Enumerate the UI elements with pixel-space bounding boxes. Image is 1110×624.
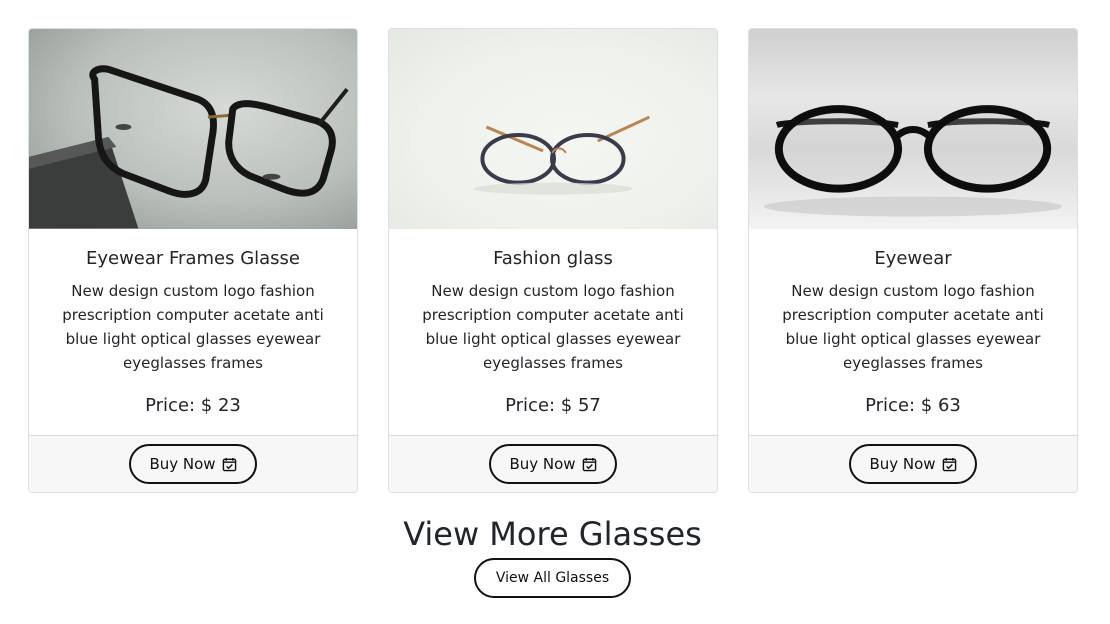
card-body: Fashion glass New design custom logo fas…: [389, 229, 717, 435]
buy-now-label: Buy Now: [149, 455, 216, 473]
product-image: [749, 29, 1077, 229]
glasses-image: [473, 115, 651, 195]
buy-now-button[interactable]: Buy Now: [129, 444, 257, 484]
product-title: Eyewear: [874, 248, 952, 269]
card-body: Eyewear New design custom logo fashion p…: [749, 229, 1077, 435]
card-footer: Buy Now: [749, 435, 1077, 492]
buy-now-button[interactable]: Buy Now: [489, 444, 617, 484]
card-body: Eyewear Frames Glasse New design custom …: [29, 229, 357, 435]
buy-now-label: Buy Now: [509, 455, 576, 473]
view-all-glasses-button[interactable]: View All Glasses: [473, 558, 632, 598]
view-more-section: View More Glasses View All Glasses: [0, 512, 1105, 598]
card-footer: Buy Now: [389, 435, 717, 492]
product-card: Fashion glass New design custom logo fas…: [388, 28, 718, 493]
buy-now-button[interactable]: Buy Now: [849, 444, 977, 484]
product-price: Price: $ 23: [145, 395, 241, 416]
glasses-image: [29, 65, 349, 229]
product-card: Eyewear New design custom logo fashion p…: [748, 28, 1078, 493]
calendar-check-icon: [222, 457, 236, 471]
product-description: New design custom logo fashion prescript…: [62, 282, 324, 372]
buy-now-label: Buy Now: [869, 455, 936, 473]
product-price: Price: $ 63: [865, 395, 961, 416]
product-card: Eyewear Frames Glasse New design custom …: [28, 28, 358, 493]
product-description: New design custom logo fashion prescript…: [782, 282, 1044, 372]
calendar-check-icon: [582, 457, 596, 471]
product-price: Price: $ 57: [505, 395, 601, 416]
product-description: New design custom logo fashion prescript…: [422, 282, 684, 372]
card-footer: Buy Now: [29, 435, 357, 492]
product-image: [389, 29, 717, 229]
product-image: [29, 29, 357, 229]
product-title: Fashion glass: [493, 248, 613, 269]
product-title: Eyewear Frames Glasse: [85, 248, 301, 269]
glasses-image: [763, 105, 1063, 217]
product-grid: Eyewear Frames Glasse New design custom …: [28, 28, 1078, 493]
calendar-check-icon: [942, 457, 956, 471]
view-more-heading: View More Glasses: [403, 515, 702, 553]
